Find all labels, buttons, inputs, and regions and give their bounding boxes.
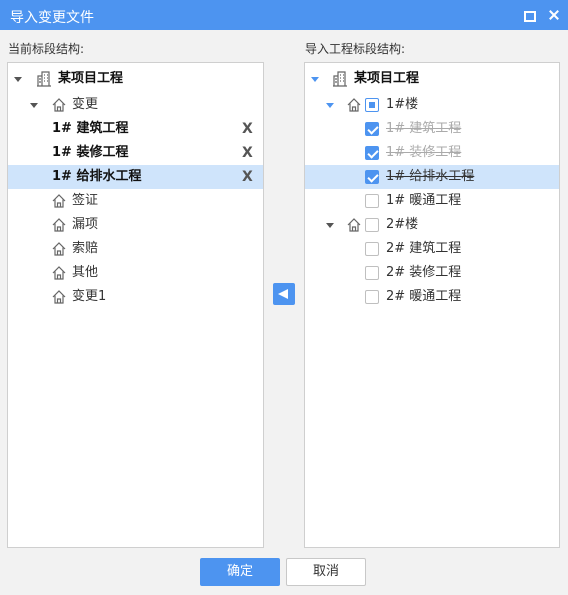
home-icon [51, 241, 67, 257]
tree-label: 变更 [72, 97, 99, 112]
home-icon [51, 193, 67, 209]
tree-label: 2# 暖通工程 [386, 289, 462, 304]
tree-label: 漏项 [72, 217, 99, 232]
tree-label: 1# 给排水工程 [52, 169, 142, 184]
tree-node-change[interactable]: 变更 [8, 93, 263, 117]
tree-leaf-selected[interactable]: 1# 给排水工程 [305, 165, 559, 189]
tree-label: 某项目工程 [354, 71, 420, 86]
cancel-button[interactable]: 取消 [286, 558, 366, 586]
building-icon [332, 71, 348, 87]
building-icon [36, 71, 52, 87]
tree-node-omission[interactable]: 漏项 [8, 213, 263, 237]
tree-node-claim[interactable]: 索赔 [8, 237, 263, 261]
caret-down-icon[interactable] [28, 93, 40, 117]
tree-node-other[interactable]: 其他 [8, 261, 263, 285]
current-structure-tree: 某项目工程 变更 1# 建筑工程 X 1# 装修工程 X 1# 给排水工程 X … [7, 62, 264, 548]
tree-label: 其他 [72, 265, 99, 280]
tree-label: 索赔 [72, 241, 99, 256]
tree-label: 1# 给排水工程 [386, 169, 475, 184]
home-icon [51, 265, 67, 281]
tree-node-change1[interactable]: 变更1 [8, 285, 263, 309]
tree-item-changed[interactable]: 1# 建筑工程 X [8, 117, 263, 141]
import-structure-tree: 某项目工程 1#楼 1# 建筑工程 1# 装修工程 1# 给排水工程 1# 暖通… [304, 62, 560, 548]
delete-icon[interactable]: X [242, 165, 253, 189]
delete-icon[interactable]: X [242, 117, 253, 141]
tree-leaf[interactable]: 2# 装修工程 [305, 261, 559, 285]
caret-down-icon[interactable] [324, 213, 336, 237]
checkbox-checked[interactable] [365, 146, 379, 160]
checkbox[interactable] [365, 242, 379, 256]
maximize-icon[interactable] [520, 6, 538, 24]
tree-label: 签证 [72, 193, 99, 208]
checkbox[interactable] [365, 194, 379, 208]
tree-node-visa[interactable]: 签证 [8, 189, 263, 213]
checkbox[interactable] [365, 218, 379, 232]
caret-down-icon[interactable] [12, 67, 24, 91]
tree-label: 1# 建筑工程 [52, 121, 129, 136]
tree-leaf[interactable]: 2# 建筑工程 [305, 237, 559, 261]
tree-label: 1#楼 [386, 97, 419, 112]
tree-node-building2[interactable]: 2#楼 [305, 213, 559, 237]
title-bar: 导入变更文件 [0, 0, 568, 30]
home-icon [346, 97, 362, 113]
tree-label: 变更1 [72, 289, 107, 304]
tree-leaf[interactable]: 1# 暖通工程 [305, 189, 559, 213]
tree-item-changed-selected[interactable]: 1# 给排水工程 X [8, 165, 263, 189]
checkbox[interactable] [365, 290, 379, 304]
tree-node-building1[interactable]: 1#楼 [305, 93, 559, 117]
close-icon[interactable] [545, 6, 563, 24]
tree-item-changed[interactable]: 1# 装修工程 X [8, 141, 263, 165]
caret-down-icon[interactable] [309, 67, 321, 91]
import-structure-label: 导入工程标段结构: [305, 42, 406, 56]
checkbox-checked[interactable] [365, 122, 379, 136]
tree-label: 1# 装修工程 [52, 145, 129, 160]
home-icon [51, 97, 67, 113]
tree-label: 2# 建筑工程 [386, 241, 462, 256]
tree-label: 某项目工程 [58, 71, 124, 86]
transfer-left-button[interactable] [273, 283, 295, 305]
tree-leaf[interactable]: 1# 装修工程 [305, 141, 559, 165]
tree-node-root[interactable]: 某项目工程 [8, 67, 263, 91]
tree-label: 1# 暖通工程 [386, 193, 462, 208]
tree-leaf[interactable]: 2# 暖通工程 [305, 285, 559, 309]
home-icon [51, 217, 67, 233]
home-icon [346, 217, 362, 233]
window-title: 导入变更文件 [10, 10, 94, 26]
checkbox-checked[interactable] [365, 170, 379, 184]
home-icon [51, 289, 67, 305]
confirm-button[interactable]: 确定 [200, 558, 280, 586]
tree-label: 1# 建筑工程 [386, 121, 462, 136]
tree-label: 2#楼 [386, 217, 419, 232]
tree-label: 1# 装修工程 [386, 145, 462, 160]
tree-label: 2# 装修工程 [386, 265, 462, 280]
delete-icon[interactable]: X [242, 141, 253, 165]
tree-node-root[interactable]: 某项目工程 [305, 67, 559, 91]
caret-down-icon[interactable] [324, 93, 336, 117]
current-structure-label: 当前标段结构: [8, 42, 85, 56]
checkbox[interactable] [365, 266, 379, 280]
tree-leaf[interactable]: 1# 建筑工程 [305, 117, 559, 141]
checkbox-partial[interactable] [365, 98, 379, 112]
